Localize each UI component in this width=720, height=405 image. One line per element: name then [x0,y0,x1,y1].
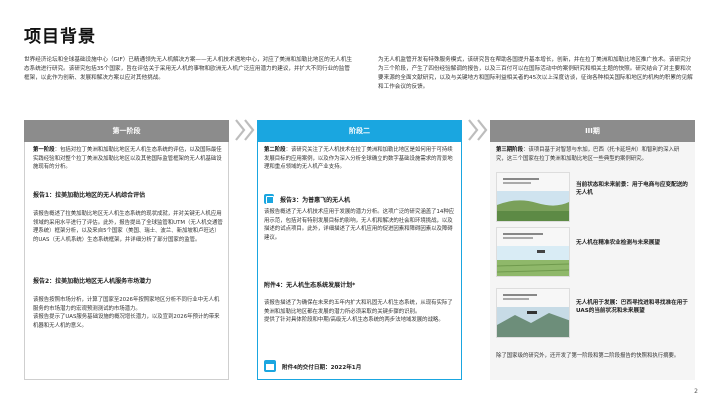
phase-1-header[interactable]: 第一阶段 [24,120,229,142]
phase-2-intro-text: ：该研究关注了无人机技术在拉丁美洲和加勒比地区是如何用于可持续发展目标的应用案例… [264,147,453,170]
report-2-title[interactable]: 报告2：拉美加勒比地区无人机服务市场潜力 [33,276,223,285]
report-icon [264,194,274,204]
phase-3-header[interactable]: III期 [490,120,695,142]
chevron-right-icon [235,119,255,141]
intro-left-text: 世界经济论坛和全球基础设施中心（GIF）已精通领先无人机解决方案——无人机技术遇… [24,57,353,81]
phase-2-header[interactable]: 阶段二 [257,120,462,142]
phase-1-panel: 第一阶段：包括对拉丁美洲和加勒比地区无人机生态系统的评估，以及国际最佳实践经验和… [24,142,229,380]
phase-1-intro-bold: 第一阶段 [33,147,55,153]
phase-2-intro-bold: 第二阶段 [264,147,286,153]
calendar-icon [264,360,276,372]
page-title: 项目背景 [24,27,96,47]
case-study-3-thumbnail[interactable] [496,288,570,338]
page-number: 2 [694,388,698,395]
report-1-title[interactable]: 报告1：拉美加勒比地区的无人机综合评估 [33,190,223,199]
phase-3-footnote: 除了国家级的研究外，还开发了第一阶段和第二阶段报告的快照和执行摘要。 [496,353,680,359]
chevron-right-icon [468,119,488,141]
case-study-2-title[interactable]: 无人机在精准农业检测与未来展望 [576,238,688,246]
annex-4-title[interactable]: 附件4：无人机生态系统发展计划* [264,280,456,289]
case-study-1-thumbnail[interactable] [496,172,570,222]
case-study-2-thumbnail[interactable] [496,227,570,277]
annex-4-date: 附件4的交付日期：2022年1月 [282,365,362,371]
phase-3-intro: 第三期阶段：该项目基于对智慧与东加，巴西（托卡延坦州）和智利的深入研究，这三个国… [496,146,688,163]
annex-4-body: 该报告描述了为确保在未来的五年内扩大和巩固无人机生态系统，从现有实际了美洲和加勒… [264,300,453,323]
phase-3-panel: 第三期阶段：该项目基于对智慧与东加，巴西（托卡延坦州）和智利的深入研究，这三个国… [490,142,695,380]
report-3-body: 该报告概述了无人机技术应用于发展的潜力分析。这项广泛的研究涵盖了14种应用示范，… [264,209,455,241]
report-1-body: 该报告概述了拉美加勒比地区无人机生态系统的现状成就，并对关键无人机应用领域的采用… [33,211,223,243]
phase-1-intro: 第一阶段：包括对拉丁美洲和加勒比地区无人机生态系统的评估，以及国际最佳实践经验和… [33,146,223,172]
phase-3-intro-text: ：该项目基于对智慧与东加，巴西（托卡延坦州）和智利的深入研究，这三个国家在拉丁美… [496,147,680,162]
report-3-title[interactable]: 报告3：为普惠飞的无人机 [280,195,456,204]
report-2-body: 该报告按照市场分析，计算了国家至2026年按照家地区分析不同行业中无人机服务的市… [33,297,220,329]
case-study-3-title[interactable]: 无人机用于发展：巴西寻找进和寻找准在用于UAS的当前状况和未来展望 [576,298,688,314]
phase-2-panel: 第二阶段：该研究关注了无人机技术在拉丁美洲和加勒比地区是如何用于可持续发展目标的… [257,142,462,380]
case-study-1-title[interactable]: 当前状态和未来前景：用于电商与应变配送的无人机 [576,180,688,196]
intro-right-text: 为无人机监管开发有特殊服务模式，该研究旨在帮助各国提升基本增长，创新，并在拉丁美… [378,57,693,90]
phase-1-intro-text: ：包括对拉丁美洲和加勒比地区无人机生态系统的评估，以及国际最佳实践经验和对整个拉… [33,147,222,170]
phase-3-intro-bold: 第三期阶段 [496,147,523,153]
phase-2-intro: 第二阶段：该研究关注了无人机技术在拉丁美洲和加勒比地区是如何用于可持续发展目标的… [264,146,456,172]
